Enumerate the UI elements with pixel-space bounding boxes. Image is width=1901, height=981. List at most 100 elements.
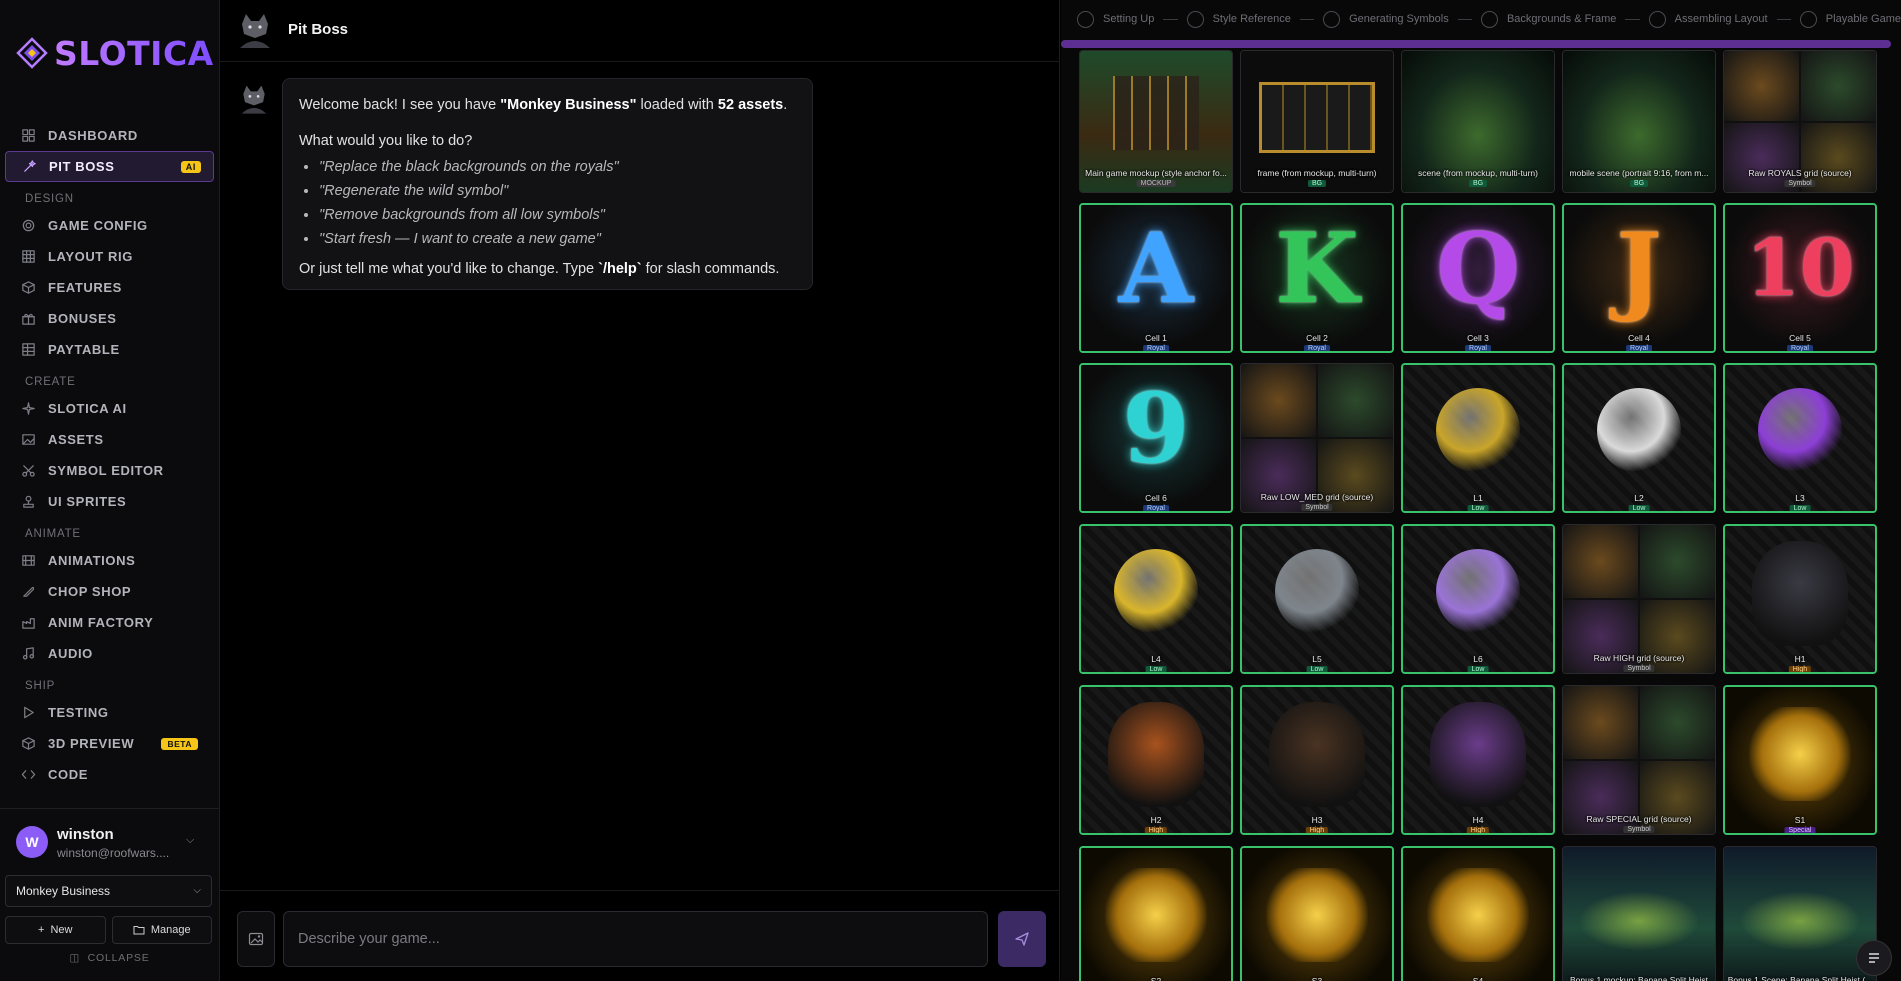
chevron-down-icon[interactable]: ⌵ — [186, 834, 194, 847]
asset-tile[interactable]: Bonus 1 mockup: Banana Split Heist — [1562, 846, 1716, 981]
sidebar-item-chop-shop[interactable]: CHOP SHOP — [5, 576, 214, 607]
asset-tag: Low — [1789, 505, 1811, 511]
attach-image-button[interactable] — [237, 911, 275, 967]
sidebar-item-label: 3D PREVIEW — [48, 736, 135, 751]
asset-name: H1 — [1794, 654, 1806, 664]
beta-badge: BETA — [161, 738, 198, 750]
chat-input[interactable] — [283, 911, 988, 967]
sidebar-item-anim-factory[interactable]: ANIM FACTORY — [5, 607, 214, 638]
asset-tile[interactable]: L6 Low — [1401, 524, 1555, 674]
sidebar-item-game-config[interactable]: GAME CONFIG — [5, 210, 214, 241]
sidebar-item-label: SLOTICA AI — [48, 401, 127, 416]
asset-tag: High — [1466, 827, 1490, 833]
app-root: SLOTICA DASHBOARD PIT BOSS AI DESIGN GAME CO… — [0, 0, 1901, 981]
asset-tag: MOCKUP — [1136, 180, 1176, 187]
pipeline-step[interactable]: Backgrounds & Frame — [1480, 10, 1616, 28]
asset-tile[interactable]: L5 Low — [1240, 524, 1394, 674]
asset-tile[interactable]: Q Cell 3 Royal — [1401, 203, 1555, 353]
new-project-button[interactable]: + New — [5, 916, 106, 944]
asset-tile[interactable]: L1 Low — [1401, 363, 1555, 513]
asset-tile[interactable]: H1 High — [1723, 524, 1877, 674]
asset-tile[interactable]: J Cell 4 Royal — [1562, 203, 1716, 353]
sidebar-section-title: ANIMATE — [25, 528, 81, 540]
asset-tile[interactable]: H2 High — [1079, 685, 1233, 835]
pipeline-step[interactable]: Generating Symbols — [1323, 10, 1449, 28]
pipeline-step[interactable]: Assembling Layout — [1648, 10, 1768, 28]
sidebar-item-label: AUDIO — [48, 646, 93, 661]
sidebar-item-audio[interactable]: AUDIO — [5, 638, 214, 669]
asset-tile[interactable]: L3 Low — [1723, 363, 1877, 513]
asset-tile[interactable]: scene (from mockup, multi-turn) BG — [1401, 50, 1555, 193]
collapse-sidebar-button[interactable]: ◫ COLLAPSE — [0, 952, 219, 964]
pit-boss-avatar-icon — [240, 14, 270, 48]
send-button[interactable] — [998, 911, 1046, 967]
sidebar-item-animations[interactable]: ANIMATIONS — [5, 545, 214, 576]
asset-tile[interactable]: 9 Cell 6 Royal — [1079, 363, 1233, 513]
pipeline-steps: Setting Up Style Reference Generating Symb… — [1061, 0, 1901, 38]
asset-name: L5 — [1312, 654, 1322, 664]
asset-tile[interactable]: Raw LOW_MED grid (source) Symbol — [1240, 363, 1394, 513]
sidebar-item-label: PAYTABLE — [48, 342, 120, 357]
user-menu[interactable]: W winston winston@roofwars.... ⌵ — [0, 808, 219, 878]
wand-icon — [21, 159, 37, 175]
new-label: New — [50, 924, 73, 936]
asset-tag: Royal — [1143, 345, 1169, 351]
asset-tile[interactable]: H4 High — [1401, 685, 1555, 835]
asset-name: L3 — [1795, 493, 1805, 503]
asset-tile[interactable]: mobile scene (portrait 9:16, from m... BG — [1562, 50, 1716, 193]
pipeline-step[interactable]: Setting Up — [1077, 10, 1154, 28]
brand-logo[interactable]: SLOTICA — [16, 34, 214, 73]
step-label: Playable Game — [1825, 13, 1901, 25]
asset-count: 52 assets — [717, 97, 784, 113]
asset-tag: Special — [1784, 827, 1816, 833]
asset-tile[interactable]: A Cell 1 Royal — [1079, 203, 1233, 353]
sidebar-item-code[interactable]: CODE — [5, 759, 214, 790]
sidebar-item-bonuses[interactable]: BONUSES — [5, 303, 214, 334]
asset-tile[interactable]: S1 Special — [1723, 685, 1877, 835]
asset-tile[interactable]: Bonus 1 Scene: Banana Split Heist (... — [1723, 846, 1877, 981]
asset-tile[interactable]: S3 — [1240, 846, 1394, 981]
asset-name: Cell 3 — [1467, 333, 1489, 343]
asset-tag: High — [1788, 666, 1812, 672]
asset-tile[interactable]: H3 High — [1240, 685, 1394, 835]
sidebar-item-testing[interactable]: TESTING — [5, 697, 214, 728]
sidebar-item-dashboard[interactable]: DASHBOARD — [5, 120, 214, 151]
sidebar-item-symbol-editor[interactable]: SYMBOL EDITOR — [5, 455, 214, 486]
asset-tile[interactable]: S4 — [1401, 846, 1555, 981]
asset-tile[interactable]: Main game mockup (style anchor fo... MOCK… — [1079, 50, 1233, 193]
asset-tile[interactable]: frame (from mockup, multi-turn) BG — [1240, 50, 1394, 193]
asset-name: L4 — [1151, 654, 1161, 664]
game-name: "Monkey Business" — [500, 97, 637, 113]
asset-tile[interactable]: L2 Low — [1562, 363, 1716, 513]
asset-tile[interactable]: Raw HIGH grid (source) Symbol — [1562, 524, 1716, 674]
sidebar-item-label: UI SPRITES — [48, 494, 127, 509]
manage-projects-button[interactable]: Manage — [111, 916, 212, 944]
asset-tile[interactable]: S2 — [1079, 846, 1233, 981]
asset-tag: Low — [1467, 666, 1489, 672]
pipeline-step[interactable]: Style Reference — [1186, 10, 1291, 28]
sidebar-item-slotica-ai[interactable]: SLOTICA AI — [5, 393, 214, 424]
asset-tile[interactable]: Raw ROYALS grid (source) Symbol — [1723, 50, 1877, 193]
asset-tag: Low — [1145, 666, 1167, 672]
task-list-button[interactable] — [1856, 940, 1892, 976]
chat-title: Pit Boss — [288, 21, 349, 38]
project-select[interactable]: Monkey Business ⌵ — [5, 875, 212, 907]
sidebar-item-assets[interactable]: ASSETS — [5, 424, 214, 455]
asset-name: S1 — [1794, 815, 1806, 825]
sidebar-item-paytable[interactable]: PAYTABLE — [5, 334, 214, 365]
pipeline-step[interactable]: Playable Game — [1799, 10, 1901, 28]
step-label: Assembling Layout — [1674, 13, 1768, 25]
asset-tile[interactable]: L4 Low — [1079, 524, 1233, 674]
sidebar-item-pit-boss[interactable]: PIT BOSS AI — [5, 151, 214, 182]
sidebar-item-layout-rig[interactable]: LAYOUT RIG — [5, 241, 214, 272]
asset-tile[interactable]: K Cell 2 Royal — [1240, 203, 1394, 353]
sidebar-item-ui-sprites[interactable]: UI SPRITES — [5, 486, 214, 517]
asset-tile[interactable]: 10 Cell 5 Royal — [1723, 203, 1877, 353]
asset-tag: Royal — [1304, 345, 1330, 351]
asset-name: frame (from mockup, multi-turn) — [1257, 168, 1377, 178]
assistant-message: Welcome back! I see you have "Monkey Bus… — [282, 78, 813, 290]
sidebar-item-features[interactable]: FEATURES — [5, 272, 214, 303]
asset-tile[interactable]: Raw SPECIAL grid (source) Symbol — [1562, 685, 1716, 835]
sidebar-item-3d-preview[interactable]: 3D PREVIEW BETA — [5, 728, 214, 759]
asset-name: Cell 5 — [1789, 333, 1811, 343]
